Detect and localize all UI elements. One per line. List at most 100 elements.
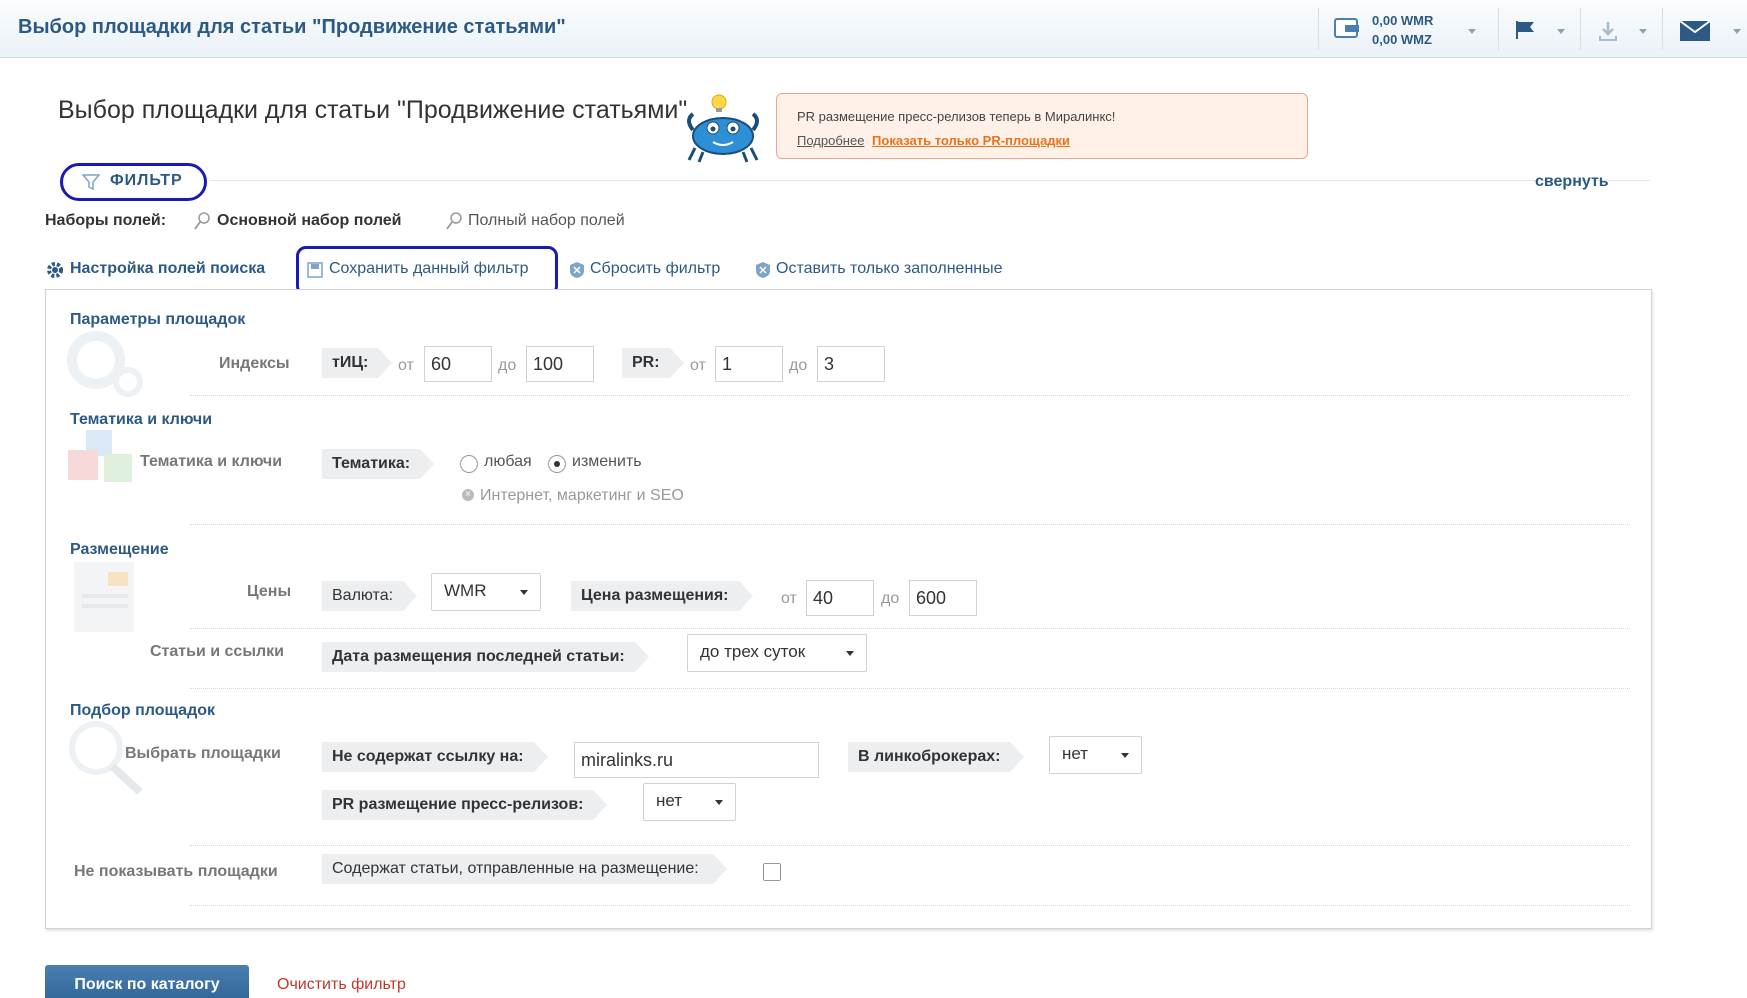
balance-chevron-down-icon[interactable] (1468, 29, 1476, 34)
gear-icon (47, 262, 63, 278)
user-search-icon (446, 212, 462, 230)
brokers-label: В линкоброкерах: (848, 742, 1025, 772)
divider (190, 628, 1630, 629)
gears-icon (67, 331, 143, 397)
collapse-link[interactable]: свернуть (1535, 173, 1609, 191)
chevron-down-icon (715, 800, 723, 805)
divider (190, 524, 1630, 525)
tic-to-input[interactable]: 100 (526, 346, 594, 382)
search-catalog-button[interactable]: Поиск по каталогу (45, 965, 249, 998)
section-title-topics: Тематика и ключи (70, 411, 213, 428)
filter-label: ФИЛЬТР (110, 172, 183, 189)
mail-chevron-down-icon[interactable] (1733, 29, 1741, 34)
remove-icon[interactable]: × (462, 489, 474, 501)
divider (1662, 8, 1663, 50)
row-label-select-sites: Выбрать площадки (125, 745, 281, 762)
pr-to-input[interactable]: 3 (817, 346, 885, 382)
section-title-params: Параметры площадок (70, 311, 246, 328)
page-title: Выбор площадки для статьи "Продвижение с… (58, 96, 688, 124)
cubes-icon (68, 430, 132, 482)
wallet-icon[interactable] (1333, 16, 1361, 40)
clear-filter-link[interactable]: Очистить фильтр (277, 976, 406, 994)
divider (1318, 8, 1319, 50)
pr-only-link[interactable]: Показать только PR-площадки (872, 133, 1070, 148)
save-filter-link[interactable]: Сохранить данный фильтр (329, 260, 529, 278)
shield-x-icon (756, 262, 770, 278)
topic-label: Тематика: (322, 449, 435, 479)
fieldsets-label: Наборы полей: (45, 212, 167, 229)
flag-chevron-down-icon[interactable] (1557, 29, 1565, 34)
divider (190, 905, 1630, 906)
fieldset-full-link[interactable]: Полный набор полей (468, 212, 625, 230)
chevron-down-icon (520, 590, 528, 595)
to-label: до (498, 357, 517, 374)
divider (1580, 8, 1581, 50)
from-label: от (690, 357, 706, 374)
divider (210, 180, 1650, 181)
row-label-topics: Тематика и ключи (140, 453, 283, 470)
tic-from-input[interactable]: 60 (424, 346, 492, 382)
reset-filter-link[interactable]: Сбросить фильтр (590, 260, 720, 278)
pr-label: PR: (622, 348, 684, 378)
save-icon (307, 262, 323, 278)
divider (190, 688, 1630, 689)
search-icon (194, 212, 210, 230)
brokers-value: нет (1062, 744, 1089, 763)
row-label-hide: Не показывать площадки (74, 863, 278, 880)
pr-notice: PR размещение пресс-релизов теперь в Мир… (776, 93, 1308, 159)
top-bar-title: Выбор площадки для статьи "Продвижение с… (18, 16, 566, 38)
keep-filled-link[interactable]: Оставить только заполненные (776, 260, 1003, 278)
price-to-input[interactable]: 600 (909, 580, 977, 616)
no-link-input[interactable]: miralinks.ru (574, 742, 819, 778)
currency-label: Валюта: (322, 581, 418, 611)
mail-icon[interactable] (1679, 20, 1711, 42)
topic-any-label[interactable]: любая (484, 453, 532, 471)
balance-wmz: 0,00 WMZ (1372, 32, 1432, 47)
topic-change-label[interactable]: изменить (572, 453, 642, 471)
pr-release-select[interactable]: нет (643, 783, 736, 821)
last-date-select[interactable]: до трех суток (687, 634, 867, 672)
row-label-indexes: Индексы (219, 355, 290, 372)
price-label: Цена размещения: (571, 581, 752, 611)
topic-change-radio[interactable] (548, 455, 566, 473)
top-bar: Выбор площадки для статьи "Продвижение с… (0, 0, 1747, 58)
no-link-label: Не содержат ссылку на: (322, 742, 548, 772)
section-title-placement: Размещение (70, 541, 169, 558)
setup-fields-link[interactable]: Настройка полей поиска (70, 260, 265, 278)
chevron-down-icon (846, 651, 854, 656)
fieldset-main-link[interactable]: Основной набор полей (217, 212, 402, 230)
hide-sent-label: Содержат статьи, отправленные на размеще… (322, 854, 727, 884)
download-chevron-down-icon[interactable] (1639, 29, 1647, 34)
hide-sent-checkbox[interactable] (763, 863, 781, 881)
pr-release-label: PR размещение пресс-релизов: (322, 790, 608, 820)
more-link[interactable]: Подробнее (797, 133, 864, 148)
divider (1498, 8, 1499, 50)
from-label: от (781, 590, 797, 607)
last-date-value: до трех суток (700, 642, 806, 661)
brokers-select[interactable]: нет (1049, 736, 1142, 774)
divider (190, 845, 1630, 846)
selected-topic: Интернет, маркетинг и SEO (480, 487, 684, 504)
tic-label: тИЦ: (322, 348, 393, 378)
row-label-articles: Статьи и ссылки (150, 643, 284, 660)
pr-release-value: нет (656, 791, 683, 810)
to-label: до (881, 590, 900, 607)
pr-from-input[interactable]: 1 (715, 346, 783, 382)
chevron-down-icon (1121, 753, 1129, 758)
shield-x-icon (570, 262, 584, 278)
from-label: от (398, 357, 414, 374)
flag-icon[interactable] (1514, 20, 1538, 40)
currency-value: WMR (444, 581, 487, 600)
crab-mascot-icon (687, 94, 759, 163)
download-icon[interactable] (1597, 20, 1619, 42)
to-label: до (789, 357, 808, 374)
balance-wmr: 0,00 WMR (1372, 13, 1434, 28)
price-from-input[interactable]: 40 (806, 580, 874, 616)
row-label-prices: Цены (247, 583, 292, 600)
topic-any-radio[interactable] (460, 455, 478, 473)
notice-text: PR размещение пресс-релизов теперь в Мир… (797, 109, 1116, 124)
currency-select[interactable]: WMR (431, 573, 541, 611)
document-icon (74, 562, 134, 632)
divider (190, 395, 1630, 396)
funnel-icon (82, 174, 100, 190)
